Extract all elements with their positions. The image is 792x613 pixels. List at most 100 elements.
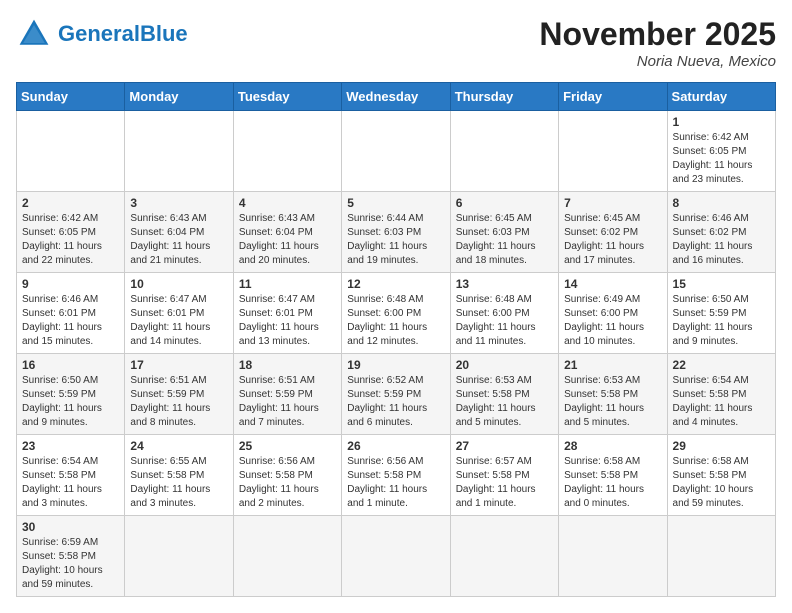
header-tuesday: Tuesday	[233, 83, 341, 111]
day-info: Sunrise: 6:49 AM Sunset: 6:00 PM Dayligh…	[564, 293, 661, 349]
calendar-cell: 24 Sunrise: 6:55 AM Sunset: 5:58 PM Dayli…	[125, 435, 233, 516]
calendar-row: 1 Sunrise: 6:42 AM Sunset: 6:05 PM Daylig…	[17, 111, 776, 192]
calendar-cell	[233, 516, 341, 597]
header-sunday: Sunday	[17, 83, 125, 111]
calendar: Sunday Monday Tuesday Wednesday Thursday…	[16, 82, 776, 597]
calendar-cell: 10 Sunrise: 6:47 AM Sunset: 6:01 PM Dayli…	[125, 273, 233, 354]
day-number: 13	[456, 277, 553, 291]
day-number: 17	[130, 358, 227, 372]
calendar-cell: 16Sunrise: 6:50 AM Sunset: 5:59 PM Dayli…	[17, 354, 125, 435]
page-header: GeneralBlue November 2025 Noria Nueva, M…	[16, 16, 776, 70]
calendar-cell: 27 Sunrise: 6:57 AM Sunset: 5:58 PM Dayli…	[450, 435, 558, 516]
calendar-cell: 11 Sunrise: 6:47 AM Sunset: 6:01 PM Dayli…	[233, 273, 341, 354]
day-info: Sunrise: 6:54 AM Sunset: 5:58 PM Dayligh…	[673, 374, 770, 430]
day-number: 1	[673, 115, 770, 129]
calendar-cell: 18 Sunrise: 6:51 AM Sunset: 5:59 PM Dayli…	[233, 354, 341, 435]
day-info: Sunrise: 6:53 AM Sunset: 5:58 PM Dayligh…	[456, 374, 553, 430]
calendar-cell: 7 Sunrise: 6:45 AM Sunset: 6:02 PM Daylig…	[559, 192, 667, 273]
calendar-row: 23Sunrise: 6:54 AM Sunset: 5:58 PM Dayli…	[17, 435, 776, 516]
day-info: Sunrise: 6:44 AM Sunset: 6:03 PM Dayligh…	[347, 212, 444, 268]
day-info: Sunrise: 6:55 AM Sunset: 5:58 PM Dayligh…	[130, 455, 227, 511]
calendar-cell	[450, 111, 558, 192]
day-number: 29	[673, 439, 770, 453]
day-number: 15	[673, 277, 770, 291]
day-info: Sunrise: 6:43 AM Sunset: 6:04 PM Dayligh…	[130, 212, 227, 268]
calendar-cell: 19Sunrise: 6:52 AM Sunset: 5:59 PM Dayli…	[342, 354, 450, 435]
calendar-cell: 28Sunrise: 6:58 AM Sunset: 5:58 PM Dayli…	[559, 435, 667, 516]
day-number: 24	[130, 439, 227, 453]
calendar-cell: 23Sunrise: 6:54 AM Sunset: 5:58 PM Dayli…	[17, 435, 125, 516]
day-info: Sunrise: 6:58 AM Sunset: 5:58 PM Dayligh…	[673, 455, 770, 511]
calendar-cell: 12Sunrise: 6:48 AM Sunset: 6:00 PM Dayli…	[342, 273, 450, 354]
day-info: Sunrise: 6:48 AM Sunset: 6:00 PM Dayligh…	[347, 293, 444, 349]
month-title: November 2025	[539, 16, 776, 53]
day-info: Sunrise: 6:48 AM Sunset: 6:00 PM Dayligh…	[456, 293, 553, 349]
calendar-cell: 26Sunrise: 6:56 AM Sunset: 5:58 PM Dayli…	[342, 435, 450, 516]
day-number: 23	[22, 439, 119, 453]
calendar-cell	[125, 111, 233, 192]
day-number: 20	[456, 358, 553, 372]
day-info: Sunrise: 6:46 AM Sunset: 6:02 PM Dayligh…	[673, 212, 770, 268]
calendar-cell	[342, 516, 450, 597]
logo: GeneralBlue	[16, 16, 188, 52]
calendar-row: 16Sunrise: 6:50 AM Sunset: 5:59 PM Dayli…	[17, 354, 776, 435]
calendar-cell	[17, 111, 125, 192]
day-number: 4	[239, 196, 336, 210]
calendar-cell: 4 Sunrise: 6:43 AM Sunset: 6:04 PM Daylig…	[233, 192, 341, 273]
calendar-cell: 2 Sunrise: 6:42 AM Sunset: 6:05 PM Daylig…	[17, 192, 125, 273]
calendar-cell: 29 Sunrise: 6:58 AM Sunset: 5:58 PM Dayli…	[667, 435, 775, 516]
header-friday: Friday	[559, 83, 667, 111]
day-info: Sunrise: 6:43 AM Sunset: 6:04 PM Dayligh…	[239, 212, 336, 268]
day-number: 11	[239, 277, 336, 291]
header-saturday: Saturday	[667, 83, 775, 111]
calendar-cell: 17Sunrise: 6:51 AM Sunset: 5:59 PM Dayli…	[125, 354, 233, 435]
calendar-cell: 20 Sunrise: 6:53 AM Sunset: 5:58 PM Dayli…	[450, 354, 558, 435]
calendar-row: 9 Sunrise: 6:46 AM Sunset: 6:01 PM Daylig…	[17, 273, 776, 354]
calendar-row: 2 Sunrise: 6:42 AM Sunset: 6:05 PM Daylig…	[17, 192, 776, 273]
calendar-cell	[125, 516, 233, 597]
day-info: Sunrise: 6:45 AM Sunset: 6:03 PM Dayligh…	[456, 212, 553, 268]
day-number: 22	[673, 358, 770, 372]
day-info: Sunrise: 6:52 AM Sunset: 5:59 PM Dayligh…	[347, 374, 444, 430]
calendar-cell	[450, 516, 558, 597]
day-number: 21	[564, 358, 661, 372]
header-monday: Monday	[125, 83, 233, 111]
logo-general: General	[58, 21, 140, 46]
calendar-cell: 25 Sunrise: 6:56 AM Sunset: 5:58 PM Dayli…	[233, 435, 341, 516]
day-info: Sunrise: 6:45 AM Sunset: 6:02 PM Dayligh…	[564, 212, 661, 268]
day-number: 3	[130, 196, 227, 210]
calendar-cell: 8Sunrise: 6:46 AM Sunset: 6:02 PM Daylig…	[667, 192, 775, 273]
day-info: Sunrise: 6:42 AM Sunset: 6:05 PM Dayligh…	[673, 131, 770, 187]
day-info: Sunrise: 6:47 AM Sunset: 6:01 PM Dayligh…	[239, 293, 336, 349]
day-number: 25	[239, 439, 336, 453]
header-wednesday: Wednesday	[342, 83, 450, 111]
calendar-cell: 1 Sunrise: 6:42 AM Sunset: 6:05 PM Daylig…	[667, 111, 775, 192]
day-number: 27	[456, 439, 553, 453]
day-number: 26	[347, 439, 444, 453]
calendar-cell: 13 Sunrise: 6:48 AM Sunset: 6:00 PM Dayli…	[450, 273, 558, 354]
day-number: 16	[22, 358, 119, 372]
calendar-cell	[233, 111, 341, 192]
logo-icon	[16, 16, 52, 52]
day-info: Sunrise: 6:50 AM Sunset: 5:59 PM Dayligh…	[673, 293, 770, 349]
day-number: 6	[456, 196, 553, 210]
day-info: Sunrise: 6:56 AM Sunset: 5:58 PM Dayligh…	[239, 455, 336, 511]
logo-blue: Blue	[140, 21, 188, 46]
day-number: 10	[130, 277, 227, 291]
day-number: 2	[22, 196, 119, 210]
day-info: Sunrise: 6:57 AM Sunset: 5:58 PM Dayligh…	[456, 455, 553, 511]
day-number: 14	[564, 277, 661, 291]
day-info: Sunrise: 6:42 AM Sunset: 6:05 PM Dayligh…	[22, 212, 119, 268]
day-info: Sunrise: 6:47 AM Sunset: 6:01 PM Dayligh…	[130, 293, 227, 349]
day-number: 18	[239, 358, 336, 372]
header-thursday: Thursday	[450, 83, 558, 111]
day-info: Sunrise: 6:53 AM Sunset: 5:58 PM Dayligh…	[564, 374, 661, 430]
calendar-cell: 6 Sunrise: 6:45 AM Sunset: 6:03 PM Daylig…	[450, 192, 558, 273]
calendar-cell: 22 Sunrise: 6:54 AM Sunset: 5:58 PM Dayli…	[667, 354, 775, 435]
day-info: Sunrise: 6:51 AM Sunset: 5:59 PM Dayligh…	[239, 374, 336, 430]
day-number: 7	[564, 196, 661, 210]
day-number: 9	[22, 277, 119, 291]
calendar-row: 30Sunrise: 6:59 AM Sunset: 5:58 PM Dayli…	[17, 516, 776, 597]
calendar-cell: 5Sunrise: 6:44 AM Sunset: 6:03 PM Daylig…	[342, 192, 450, 273]
day-info: Sunrise: 6:46 AM Sunset: 6:01 PM Dayligh…	[22, 293, 119, 349]
